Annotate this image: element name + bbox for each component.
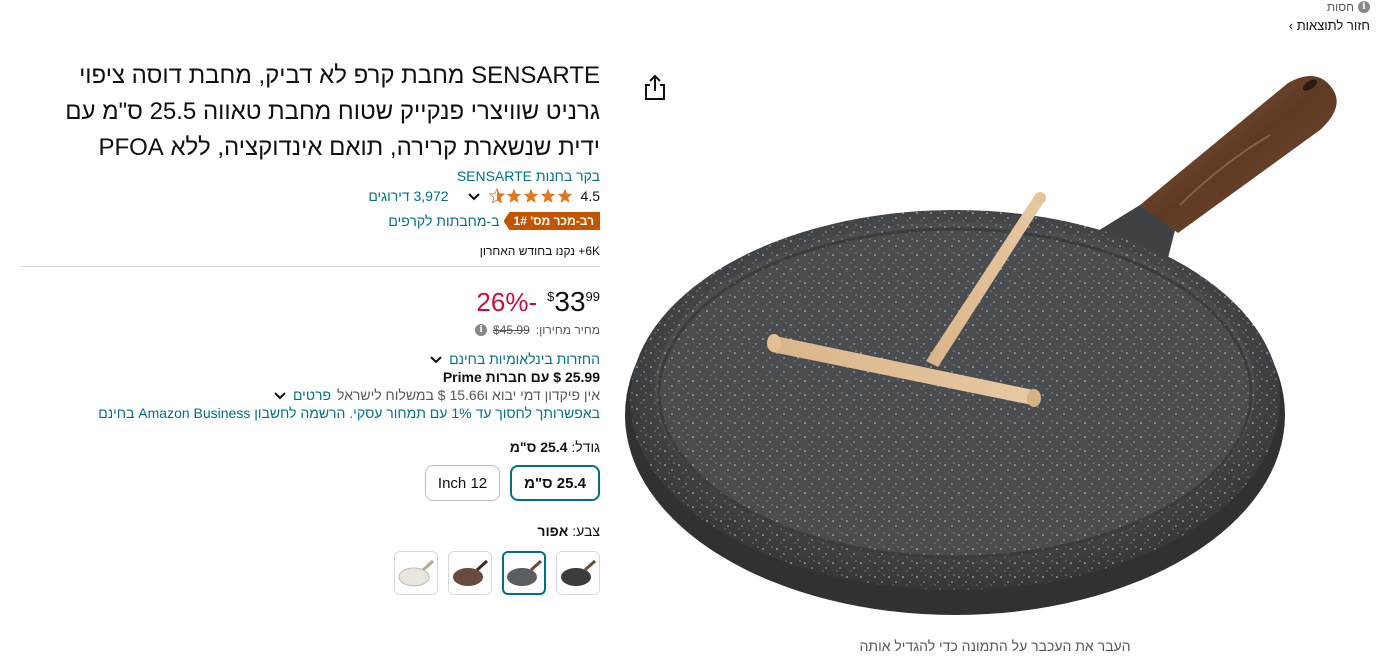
share-icon[interactable] (642, 74, 668, 102)
color-label-text: צבע: (572, 523, 600, 539)
pan-thumbnail-icon (507, 559, 543, 586)
size-label-text: גודל: (571, 439, 600, 455)
info-icon[interactable]: i (1358, 1, 1370, 13)
color-swatch-gray[interactable] (502, 551, 546, 595)
divider (20, 266, 600, 267)
chevron-down-icon (430, 356, 442, 364)
list-price-value: $45.99 (493, 323, 530, 337)
star-icon (523, 188, 538, 203)
chevron-down-icon[interactable] (467, 189, 481, 203)
prime-price: 25.99 $ עם חברות Prime (442, 369, 600, 385)
bought-count: 6K+ נקנו בחודש האחרון (479, 244, 600, 258)
list-price-row: מחיר מחירון: $45.99 i (20, 323, 600, 337)
rating-value: 4.5 (580, 188, 600, 204)
color-selected: אפור (537, 523, 569, 539)
size-options: 25.4 ס"מ 12 Inch (20, 465, 600, 501)
shipping-row: אין פיקדון דמי יבוא ו15.66 $ במשלוח לישר… (20, 387, 600, 403)
returns-label: החזרות בינלאומיות בחינם (449, 351, 600, 367)
color-options (20, 551, 600, 595)
rating-row: 4.5 3,972 דירוגים (20, 188, 600, 204)
info-icon[interactable]: i (475, 324, 488, 336)
price-whole: 33 (554, 286, 586, 317)
free-returns-link[interactable]: החזרות בינלאומיות בחינם (20, 351, 600, 367)
reviews-link[interactable]: 3,972 דירוגים (368, 188, 448, 204)
topbar-label: חסות (1326, 0, 1354, 14)
price-currency: $ (547, 289, 555, 304)
product-info: SENSARTE מחבת קרפ לא דביק, מחבת דוסה ציפ… (20, 58, 600, 595)
star-rating[interactable] (488, 188, 573, 204)
bestseller-badge[interactable]: רב-מכר מס' 1# (503, 212, 600, 230)
size-selected: 25.4 ס"מ (509, 439, 568, 455)
star-icon (540, 188, 555, 203)
list-price-label: מחיר מחירון: (535, 323, 600, 337)
shipping-text: אין פיקדון דמי יבוא ו15.66 $ במשלוח לישר… (336, 387, 600, 403)
size-option-25-4cm[interactable]: 25.4 ס"מ (510, 465, 600, 501)
shipping-details-link[interactable]: פרטים (293, 387, 331, 403)
bestseller-row: רב-מכר מס' 1# ב-מחבתות לקרפים (20, 212, 600, 230)
pan-thumbnail-icon (453, 559, 489, 586)
product-title: SENSARTE מחבת קרפ לא דביק, מחבת דוסה ציפ… (65, 62, 600, 161)
image-zoom-hint: העבר את העכבר על התמונה כדי להגדיל אותה (859, 638, 1131, 654)
pan-thumbnail-icon (398, 559, 435, 587)
chevron-down-icon[interactable] (273, 388, 287, 402)
star-icon (506, 188, 521, 203)
size-option-12inch[interactable]: 12 Inch (424, 465, 501, 501)
discount-percent: -26% (476, 287, 538, 317)
amazon-business-link[interactable]: באפשרותך לחסוך עד 1% עם תמחור עסקי. הרשמ… (20, 405, 600, 421)
store-link[interactable]: בקר בחנות SENSARTE (20, 168, 600, 184)
star-icon (557, 188, 572, 203)
bestseller-category-link[interactable]: ב-מחבתות לקרפים (388, 213, 499, 229)
product-image[interactable] (620, 55, 1370, 625)
price-fraction: 99 (585, 289, 600, 304)
color-label: צבע: אפור (20, 523, 600, 539)
pan-thumbnail-icon (561, 559, 597, 586)
back-to-results-link[interactable]: ‹ חזור לתוצאות (1289, 18, 1370, 33)
color-swatch-white[interactable] (394, 551, 438, 595)
sponsored-label[interactable]: חסות i (1327, 0, 1370, 14)
size-label: גודל: 25.4 ס"מ (20, 439, 600, 455)
color-swatch-black[interactable] (556, 551, 600, 595)
price: $ 33 99 (547, 285, 600, 319)
price-row: $ 33 99 -26% (20, 285, 600, 319)
half-star-icon (488, 188, 505, 204)
color-swatch-brown[interactable] (448, 551, 492, 595)
